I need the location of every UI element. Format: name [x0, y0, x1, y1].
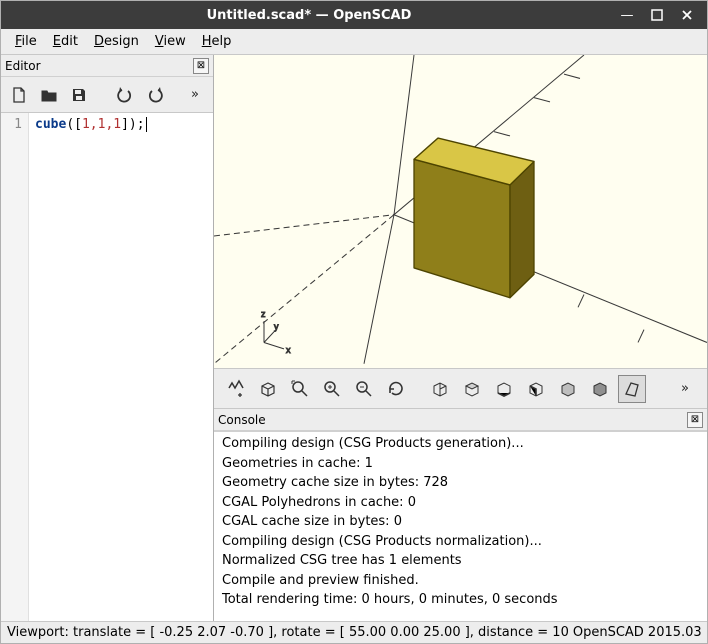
editor-toolbar-overflow-button[interactable]: »	[183, 83, 207, 107]
view-front-button[interactable]	[554, 375, 582, 403]
code-args: 1,1,1	[82, 117, 121, 132]
maximize-icon	[651, 9, 663, 21]
minimize-icon: —	[621, 8, 634, 23]
menu-edit[interactable]: Edit	[45, 31, 86, 52]
svg-text:z: z	[261, 309, 266, 319]
console-line: Compiling design (CSG Products normaliza…	[222, 532, 699, 552]
console-line: Geometries in cache: 1	[222, 454, 699, 474]
menu-view[interactable]: View	[147, 31, 194, 52]
redo-button[interactable]	[143, 83, 167, 107]
menu-help[interactable]: Help	[194, 31, 240, 52]
code-punct2: ]);	[121, 117, 144, 132]
console-panel-header: Console ⊠	[214, 409, 707, 431]
view-toolbar-overflow-button[interactable]: »	[671, 375, 699, 403]
undo-button[interactable]	[113, 83, 137, 107]
cube-front-icon	[558, 379, 578, 399]
console-line: CGAL Polyhedrons in cache: 0	[222, 493, 699, 513]
zoom-in-icon	[322, 379, 342, 399]
zoom-out-button[interactable]	[350, 375, 378, 403]
reset-icon	[386, 379, 406, 399]
console-line: Geometry cache size in bytes: 728	[222, 473, 699, 493]
console-title: Console	[218, 413, 266, 427]
cube-bottom-icon	[494, 379, 514, 399]
view-bottom-button[interactable]	[490, 375, 518, 403]
view-perspective-button[interactable]	[618, 375, 646, 403]
line-number-gutter: 1	[1, 113, 29, 621]
close-panel-icon: ⊠	[197, 60, 205, 71]
3d-viewport[interactable]: z x y	[214, 55, 707, 369]
reset-view-button[interactable]	[382, 375, 410, 403]
view-back-button[interactable]	[586, 375, 614, 403]
svg-text:y: y	[274, 321, 279, 331]
window-titlebar: Untitled.scad* — OpenSCAD —	[1, 1, 707, 29]
cube-wire-icon	[258, 379, 278, 399]
save-file-icon	[70, 86, 88, 104]
menu-bar: File Edit Design View Help	[1, 29, 707, 55]
minimize-button[interactable]: —	[615, 5, 639, 25]
console-line: Normalized CSG tree has 1 elements	[222, 551, 699, 571]
text-caret	[146, 117, 147, 132]
new-file-icon	[10, 86, 28, 104]
console-panel: Console ⊠ Compiling design (CSG Products…	[214, 409, 707, 621]
close-icon	[681, 9, 693, 21]
undo-icon	[116, 86, 134, 104]
open-file-icon	[40, 86, 58, 104]
editor-panel-header: Editor ⊠	[1, 55, 213, 77]
menu-design[interactable]: Design	[86, 31, 147, 52]
cube-back-icon	[590, 379, 610, 399]
status-version: OpenSCAD 2015.03	[573, 625, 702, 640]
cube-face-icon	[430, 379, 450, 399]
console-line: CGAL cache size in bytes: 0	[222, 512, 699, 532]
chevron-right-icon: »	[681, 381, 689, 396]
editor-title: Editor	[5, 59, 41, 73]
cube-left-icon	[526, 379, 546, 399]
zoom-in-button[interactable]	[318, 375, 346, 403]
status-viewport: Viewport: translate = [ -0.25 2.07 -0.70…	[7, 625, 569, 640]
render-button[interactable]	[254, 375, 282, 403]
editor-panel-close-button[interactable]: ⊠	[193, 58, 209, 74]
new-file-button[interactable]	[7, 83, 31, 107]
console-line: Compile and preview finished.	[222, 571, 699, 591]
workspace: Editor ⊠ »	[1, 55, 707, 621]
status-bar: Viewport: translate = [ -0.25 2.07 -0.70…	[1, 621, 707, 643]
console-output[interactable]: Compiling design (CSG Products generatio…	[214, 431, 707, 621]
line-number: 1	[1, 117, 22, 132]
close-button[interactable]	[675, 5, 699, 25]
view-right-button[interactable]	[426, 375, 454, 403]
console-line: Compiling design (CSG Products generatio…	[222, 434, 699, 454]
preview-icon	[226, 379, 246, 399]
save-file-button[interactable]	[67, 83, 91, 107]
editor-panel: Editor ⊠ »	[1, 55, 214, 621]
console-panel-close-button[interactable]: ⊠	[687, 412, 703, 428]
code-editor[interactable]: 1 cube([1,1,1]);	[1, 113, 213, 621]
editor-toolbar: »	[1, 77, 213, 113]
redo-icon	[146, 86, 164, 104]
code-punct: ([	[66, 117, 82, 132]
chevron-right-icon: »	[191, 87, 199, 102]
menu-file[interactable]: File	[7, 31, 45, 52]
window-title: Untitled.scad* — OpenSCAD	[9, 8, 609, 23]
console-line: Total rendering time: 0 hours, 0 minutes…	[222, 590, 699, 610]
zoom-fit-icon	[290, 379, 310, 399]
open-file-button[interactable]	[37, 83, 61, 107]
preview-button[interactable]	[222, 375, 250, 403]
view-top-button[interactable]	[458, 375, 486, 403]
code-content[interactable]: cube([1,1,1]);	[29, 113, 213, 621]
close-panel-icon: ⊠	[691, 414, 699, 425]
right-pane: z x y	[214, 55, 707, 621]
cube-top-icon	[462, 379, 482, 399]
svg-text:x: x	[286, 345, 291, 355]
view-left-button[interactable]	[522, 375, 550, 403]
maximize-button[interactable]	[645, 5, 669, 25]
zoom-fit-button[interactable]	[286, 375, 314, 403]
perspective-icon	[622, 379, 642, 399]
zoom-out-icon	[354, 379, 374, 399]
code-keyword: cube	[35, 117, 66, 132]
view-toolbar: »	[214, 369, 707, 409]
3d-scene: z x y	[214, 55, 707, 368]
